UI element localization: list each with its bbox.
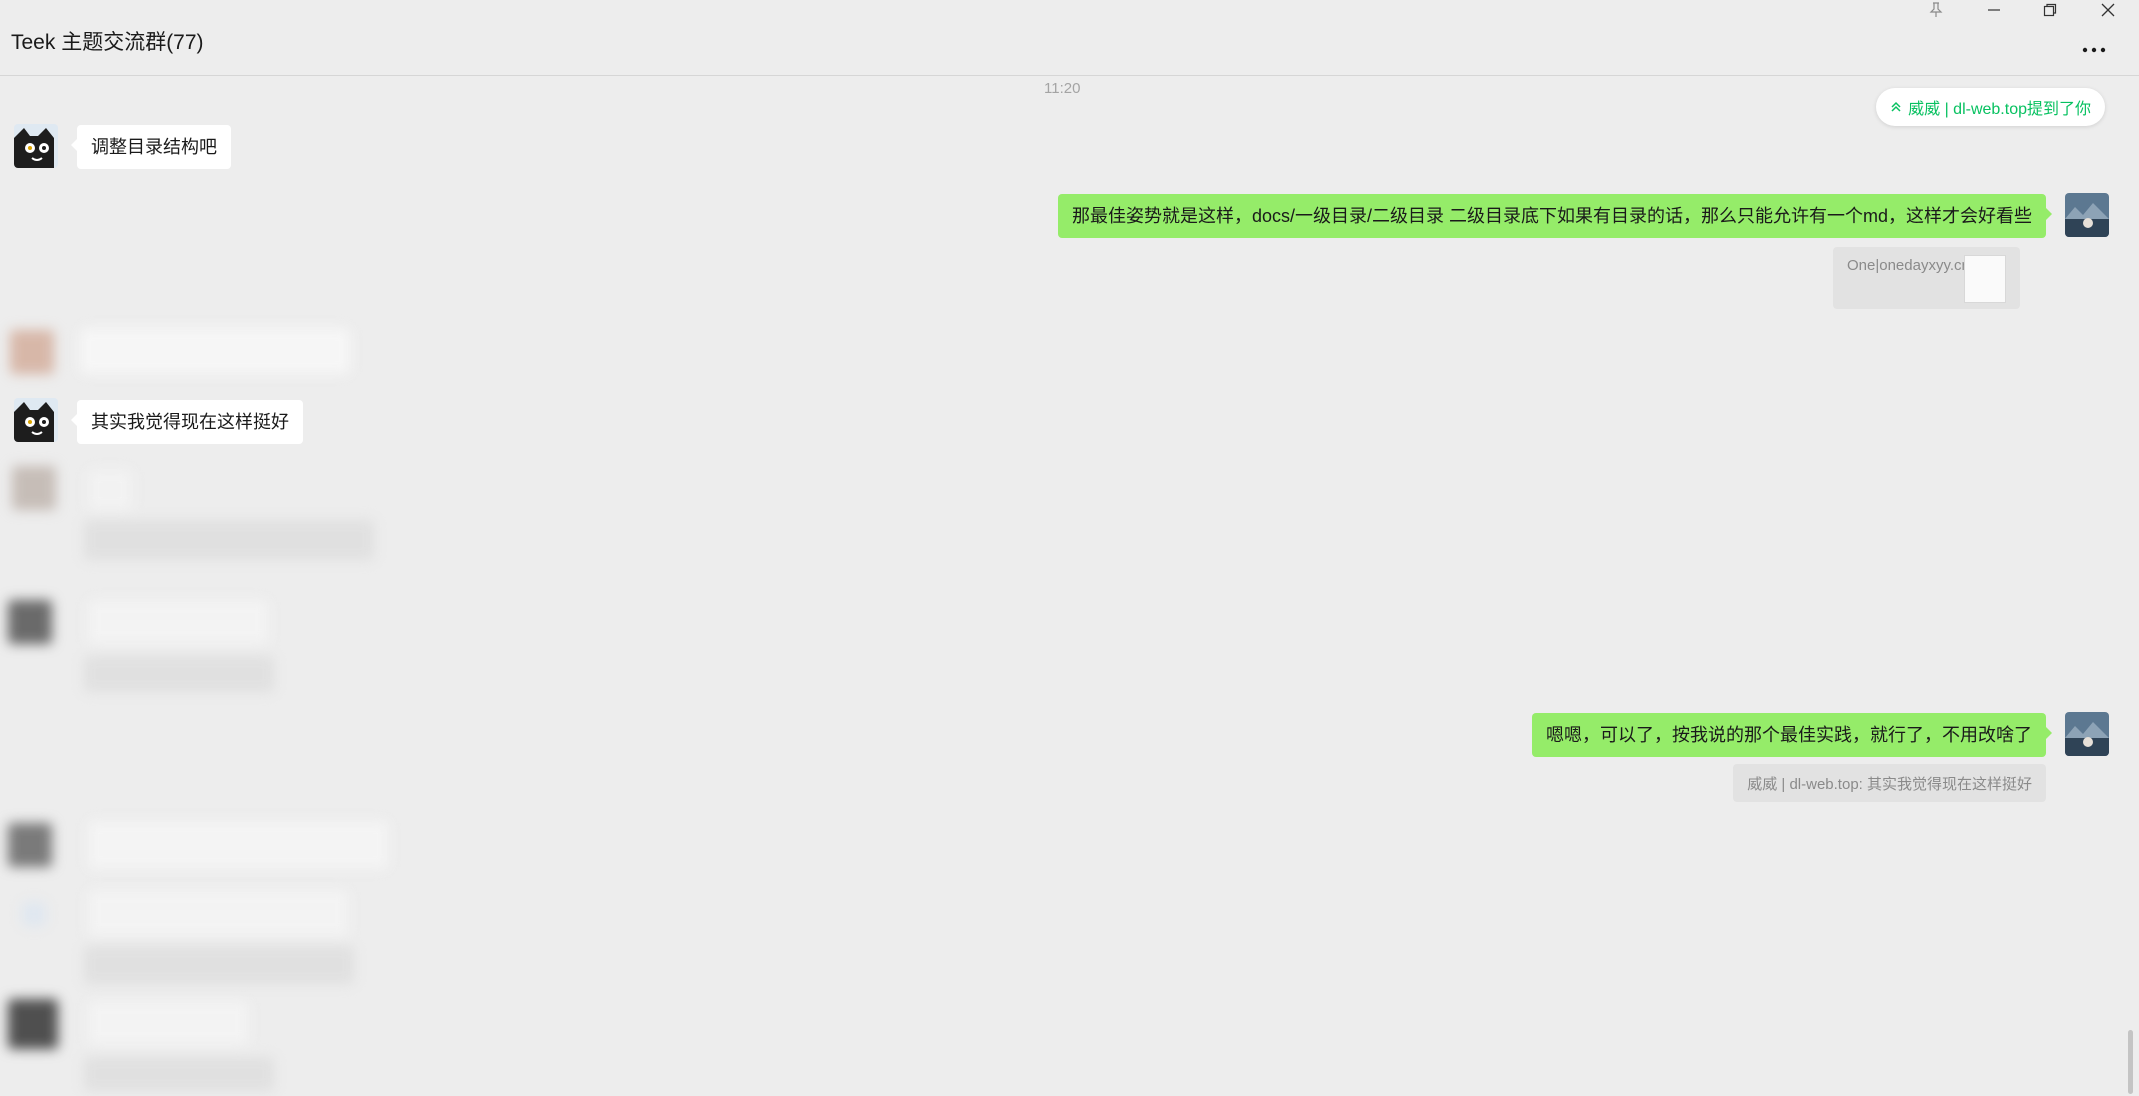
mention-banner-text: 威威 | dl-web.top提到了你	[1908, 101, 2091, 118]
quoted-message[interactable]: One|onedayxyy.cn:	[1833, 247, 2020, 309]
mention-banner[interactable]: 威威 | dl-web.top提到了你	[1876, 88, 2105, 126]
minimize-icon[interactable]	[1974, 0, 2014, 20]
quoted-message-text: 威威 | dl-web.top: 其实我觉得现在这样挺好	[1747, 775, 2032, 793]
pin-icon[interactable]	[1916, 0, 1956, 20]
more-dots-icon[interactable]	[2079, 38, 2109, 62]
avatar[interactable]	[2065, 193, 2109, 237]
image-thumbnail-icon	[1964, 255, 2006, 303]
quoted-message-text: One|onedayxyy.cn:	[1847, 257, 1975, 274]
title-bar: Teek 主题交流群(77)	[0, 0, 2139, 76]
maximize-icon[interactable]	[2030, 0, 2070, 20]
message-bubble[interactable]: 那最佳姿势就是这样，docs/一级目录/二级目录 二级目录底下如果有目录的话，那…	[1057, 194, 2053, 238]
close-icon[interactable]	[2088, 0, 2128, 20]
scrollbar-thumb[interactable]	[2128, 1030, 2133, 1094]
message-timestamp: 11:20	[1044, 80, 1081, 97]
quoted-message[interactable]: 威威 | dl-web.top: 其实我觉得现在这样挺好	[1733, 764, 2046, 802]
message-bubble[interactable]: 其实我觉得现在这样挺好	[71, 400, 303, 444]
avatar[interactable]	[2065, 712, 2109, 756]
message-bubble[interactable]: 调整目录结构吧	[71, 125, 231, 169]
avatar[interactable]	[14, 124, 58, 168]
double-chevron-up-icon	[1891, 101, 1901, 112]
avatar[interactable]	[14, 398, 58, 442]
chat-title: Teek 主题交流群(77)	[11, 31, 204, 54]
message-bubble[interactable]: 嗯嗯，可以了，按我说的那个最佳实践，就行了，不用改啥了	[1532, 713, 2052, 757]
